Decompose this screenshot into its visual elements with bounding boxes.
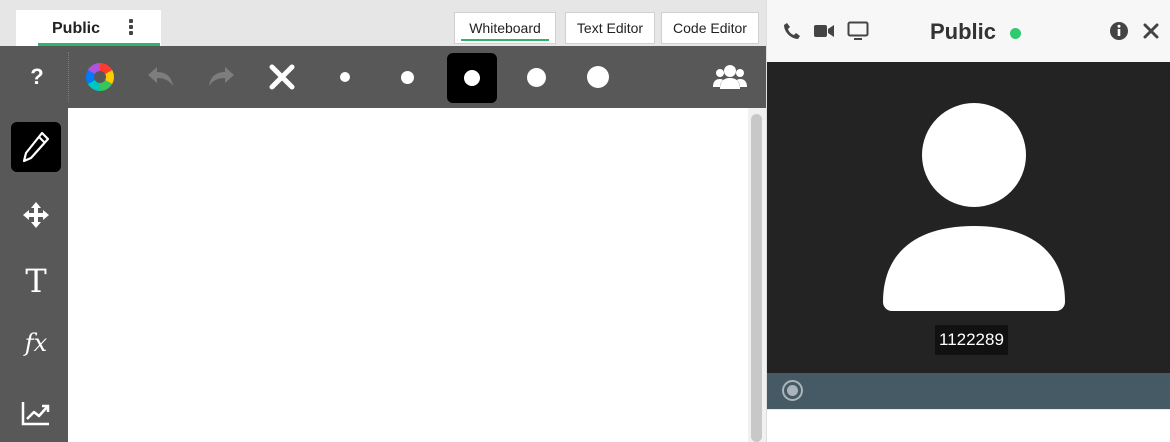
tab-whiteboard-label: Whiteboard <box>469 20 541 36</box>
brush-size-1[interactable] <box>330 46 360 108</box>
formula-tool-icon: fx <box>24 329 48 357</box>
info-button[interactable] <box>1107 18 1131 44</box>
clear-button[interactable] <box>264 46 300 108</box>
participant-id-label: 1122289 <box>935 325 1008 355</box>
tool-formula[interactable]: fx <box>11 318 61 368</box>
tab-whiteboard[interactable]: Whiteboard <box>454 12 556 44</box>
move-arrows-icon <box>23 202 49 228</box>
whiteboard-canvas[interactable] <box>68 108 748 442</box>
tool-pencil[interactable] <box>11 122 61 172</box>
tab-active-underline <box>461 39 549 41</box>
user-avatar-icon <box>883 103 1065 311</box>
document-tab-label: Public <box>52 20 101 37</box>
brush-size-4[interactable] <box>520 46 552 108</box>
users-icon <box>713 65 747 89</box>
tool-chart[interactable] <box>11 388 61 438</box>
chat-panel: Public 1122289 <box>766 0 1170 442</box>
video-status-bar <box>767 373 1170 409</box>
phone-icon <box>784 23 800 39</box>
brush-size-dot <box>587 66 609 88</box>
record-icon[interactable] <box>782 380 803 401</box>
toolbar-divider <box>68 52 69 102</box>
app-root: Public Whiteboard Text Editor Code Edito… <box>0 0 1170 442</box>
editor-panel: Public Whiteboard Text Editor Code Edito… <box>0 0 766 442</box>
redo-icon <box>209 67 234 86</box>
kebab-menu-icon[interactable] <box>128 19 134 35</box>
brush-size-2[interactable] <box>392 46 422 108</box>
text-tool-icon: T <box>25 262 47 300</box>
chat-header: Public <box>767 0 1170 62</box>
video-camera-icon <box>814 25 834 37</box>
online-status-dot <box>1010 28 1021 39</box>
undo-icon <box>148 67 173 86</box>
brush-size-3[interactable] <box>447 53 497 103</box>
info-icon <box>1110 22 1128 40</box>
brush-size-dot <box>464 70 480 86</box>
help-button[interactable]: ? <box>22 46 52 108</box>
color-picker-button[interactable] <box>82 46 118 108</box>
top-tab-bar: Public Whiteboard Text Editor Code Edito… <box>0 0 766 46</box>
scrollbar-thumb[interactable] <box>751 114 762 442</box>
line-chart-icon <box>21 402 50 426</box>
brush-size-dot <box>400 70 414 84</box>
whiteboard-toolbar: ? <box>0 46 766 108</box>
tab-code-editor-label: Code Editor <box>673 20 747 36</box>
color-wheel-icon <box>86 63 114 91</box>
close-icon <box>1143 23 1159 39</box>
room-title: Public <box>930 19 997 44</box>
tab-text-editor[interactable]: Text Editor <box>565 12 655 44</box>
monitor-icon <box>847 21 869 40</box>
redo-button[interactable] <box>202 46 240 108</box>
brush-size-dot <box>340 72 350 82</box>
clear-icon <box>269 64 295 90</box>
canvas-scrollbar[interactable] <box>748 108 766 442</box>
chat-message-area <box>767 409 1170 442</box>
tool-sidebar: T fx <box>0 108 68 442</box>
pencil-icon <box>22 131 50 163</box>
help-icon: ? <box>30 64 44 89</box>
tool-move[interactable] <box>11 190 61 240</box>
document-tab-public[interactable]: Public <box>16 10 161 46</box>
brush-size-5[interactable] <box>582 46 614 108</box>
tab-text-editor-label: Text Editor <box>576 20 644 36</box>
participants-button[interactable] <box>710 46 750 108</box>
undo-button[interactable] <box>142 46 180 108</box>
voice-call-button[interactable] <box>781 18 803 44</box>
video-call-button[interactable] <box>811 18 837 44</box>
brush-size-dot <box>526 67 546 87</box>
tool-text[interactable]: T <box>11 256 61 306</box>
close-chat-button[interactable] <box>1139 18 1163 44</box>
tab-code-editor[interactable]: Code Editor <box>661 12 759 44</box>
video-tile: 1122289 <box>767 62 1170 373</box>
screen-share-button[interactable] <box>845 18 871 44</box>
